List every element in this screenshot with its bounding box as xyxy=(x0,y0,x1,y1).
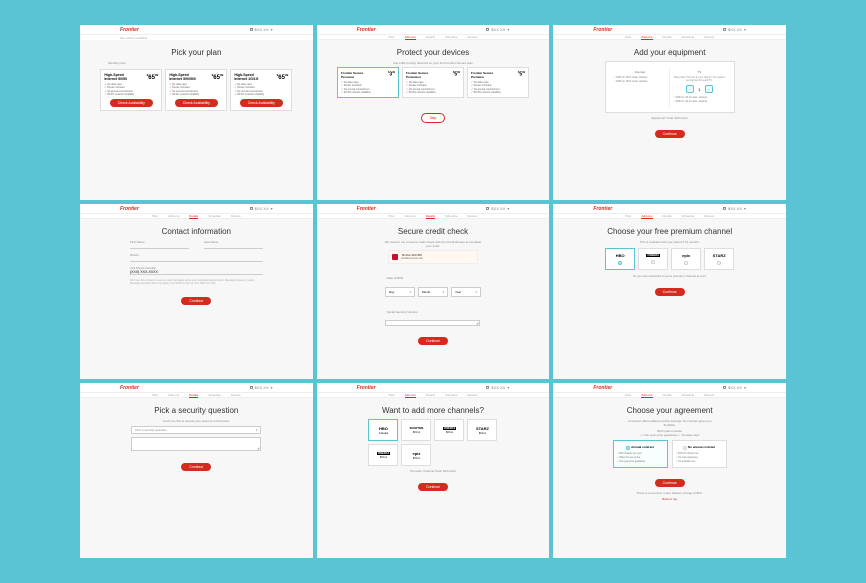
note: Monthly price xyxy=(100,61,293,65)
screen-contact-info: Frontier$XX.XX ▾ PlanAdd-onsDetailsSched… xyxy=(80,204,313,379)
plus-button[interactable]: + xyxy=(705,85,713,93)
page-title: Choose your agreement xyxy=(573,406,766,415)
screen-security-question: Frontier$XX.XX ▾ PlanAdd-onsDetailsSched… xyxy=(80,383,313,558)
header: Frontier $XX.XX ▾ xyxy=(80,25,313,35)
continue-button[interactable]: Continue xyxy=(181,297,211,305)
mcafee-icon xyxy=(392,254,398,260)
page-title: Secure credit check xyxy=(337,227,530,236)
no-contract-card[interactable]: No annual contract$XX/mo. Router feeNo p… xyxy=(672,440,727,468)
contract-card[interactable]: Annual contract$XX cheaper per yearWaive… xyxy=(613,440,668,468)
continue-button[interactable]: Continue xyxy=(655,130,685,138)
minus-button[interactable]: − xyxy=(686,85,694,93)
day-select[interactable]: Day xyxy=(385,287,415,297)
phone-input[interactable]: (XXX) XXX-XXXX xyxy=(130,270,263,275)
plan-card: High-Speed Internet 1G/1G$6599No data ca… xyxy=(230,69,292,111)
page-title: Add your equipment xyxy=(573,48,766,57)
channel-card[interactable]: epix$X/mo xyxy=(401,444,431,466)
mcafee-badge: McAfee SECURECertified secure site xyxy=(388,250,478,264)
channel-card[interactable]: CINEMAX$X/mo xyxy=(368,444,398,466)
screen-protect-devices: Frontier$XX.XX ▾ PlanAdd-onsDetailsSched… xyxy=(317,25,550,200)
channel-card[interactable]: SHOWTIME$X/mo xyxy=(401,419,431,441)
logo: Frontier xyxy=(120,27,139,33)
email-input[interactable] xyxy=(130,257,263,262)
channel-starz[interactable]: STARZ xyxy=(704,248,734,270)
ssn-input[interactable] xyxy=(385,320,480,326)
cart[interactable]: $XX.XX ▾ xyxy=(250,27,273,32)
screen-add-equipment: Frontier$XX.XX ▾ PlanAdd-onsDetailsSched… xyxy=(553,25,786,200)
answer-input[interactable] xyxy=(131,437,261,451)
continue-button[interactable]: Continue xyxy=(655,288,685,296)
radio-icon xyxy=(618,261,622,265)
channel-card[interactable]: CINEMAX$X/mo xyxy=(434,419,464,441)
channel-card[interactable]: HBOIncluded xyxy=(368,419,398,441)
channel-hbo[interactable]: HBO xyxy=(605,248,635,270)
channel-cinemax[interactable]: CINEMAX xyxy=(638,248,668,270)
continue-button[interactable]: Continue xyxy=(418,337,448,345)
screen-pick-plan: Frontier$XX.XX ▾ See what's available Pi… xyxy=(80,25,313,200)
skip-button[interactable]: Skip xyxy=(421,113,446,123)
channel-epix[interactable]: epix xyxy=(671,248,701,270)
first-name-input[interactable] xyxy=(130,244,189,249)
protect-card[interactable]: Frontier Secure Protection$599No data ca… xyxy=(402,67,464,98)
page-title: Pick your plan xyxy=(100,48,293,57)
page-title: Want to add more channels? xyxy=(337,406,530,415)
plan-card: High-Speed Internet 500/500$6599No data … xyxy=(165,69,227,111)
month-select[interactable]: Month xyxy=(418,287,448,297)
screen-credit-check: Frontier$XX.XX ▾ PlanAdd-onsDetailsSched… xyxy=(317,204,550,379)
last-name-input[interactable] xyxy=(204,244,263,249)
back-to-top-link[interactable]: Back to top xyxy=(573,497,766,501)
screen-add-channels: Frontier$XX.XX ▾ PlanAdd-onsDetailsSched… xyxy=(317,383,550,558)
year-select[interactable]: Year xyxy=(451,287,481,297)
check-availability-button[interactable]: Check Availability xyxy=(175,99,218,107)
continue-button[interactable]: Continue xyxy=(418,483,448,491)
check-availability-button[interactable]: Check Availability xyxy=(110,99,153,107)
page-title: Contact information xyxy=(100,227,293,236)
cart-icon xyxy=(250,28,253,31)
continue-button[interactable]: Continue xyxy=(655,479,685,487)
plan-card: High-Speed Internet 50/50$6599No data ca… xyxy=(100,69,162,111)
protect-card[interactable]: Frontier Secure Premium$599No data capsR… xyxy=(467,67,529,98)
question-select[interactable]: Pick a security question xyxy=(131,426,261,434)
protect-card[interactable]: Frontier Secure Personal$399No data caps… xyxy=(337,67,399,98)
continue-button[interactable]: Continue xyxy=(181,463,211,471)
check-availability-button[interactable]: Check Availability xyxy=(240,99,283,107)
page-title: Pick a security question xyxy=(100,406,293,415)
page-title: Protect your devices xyxy=(337,48,530,57)
screen-free-channel: Frontier$XX.XX ▾ PlanAdd-onsDetailsSched… xyxy=(553,204,786,379)
screen-agreement: Frontier$XX.XX ▾ PlanAdd-onsDetailsSched… xyxy=(553,383,786,558)
page-title: Choose your free premium channel xyxy=(573,227,766,236)
channel-card[interactable]: STARZ$X/mo xyxy=(467,419,497,441)
